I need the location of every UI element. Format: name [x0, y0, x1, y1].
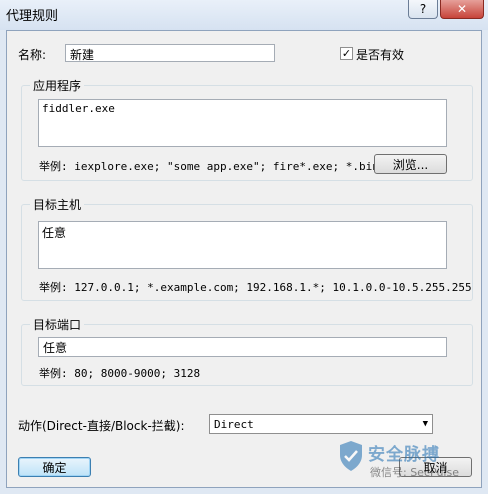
watermark-subtitle: 微信号: SecPulse — [370, 466, 459, 479]
shield-icon — [340, 441, 362, 471]
browse-button[interactable]: 浏览... — [374, 154, 447, 174]
target-port-input[interactable]: 任意 — [38, 337, 447, 357]
help-icon: ? — [419, 2, 427, 16]
target-host-example: 举例: 127.0.0.1; *.example.com; 192.168.1.… — [39, 281, 472, 294]
applications-input[interactable]: fiddler.exe — [38, 99, 447, 147]
applications-group-title: 应用程序 — [30, 77, 85, 94]
ok-button[interactable]: 确定 — [18, 457, 91, 477]
name-input[interactable]: 新建 — [65, 44, 275, 62]
name-label: 名称: — [18, 48, 47, 62]
action-select[interactable]: Direct ▼ — [209, 414, 433, 434]
enabled-checkbox[interactable]: ✓ — [340, 47, 353, 60]
dropdown-arrow-icon[interactable]: ▼ — [423, 419, 428, 429]
applications-example: 举例: iexplore.exe; "some app.exe"; fire*.… — [39, 160, 379, 173]
target-port-group-title: 目标端口 — [30, 316, 85, 333]
target-host-input[interactable]: 任意 — [38, 221, 447, 269]
help-button[interactable]: ? — [408, 0, 438, 19]
enabled-label: 是否有效 — [356, 48, 405, 62]
target-host-group-title: 目标主机 — [30, 196, 85, 213]
dialog-body: 名称: 新建 ✓ 是否有效 应用程序 fiddler.exe 举例: iexpl… — [6, 30, 482, 488]
title-bar: 代理规则 ? ✕ — [0, 0, 488, 30]
close-button[interactable]: ✕ — [440, 0, 484, 19]
action-label: 动作(Direct-直接/Block-拦截): — [18, 419, 185, 433]
window-title: 代理规则 — [6, 9, 59, 24]
watermark: 安全脉搏 微信号: SecPulse — [338, 436, 478, 486]
action-selected-value: Direct — [214, 418, 254, 431]
checkmark-icon: ✓ — [341, 47, 352, 60]
watermark-brand: 安全脉搏 — [368, 445, 440, 465]
close-icon: ✕ — [456, 2, 468, 16]
target-port-example: 举例: 80; 8000-9000; 3128 — [39, 367, 201, 380]
